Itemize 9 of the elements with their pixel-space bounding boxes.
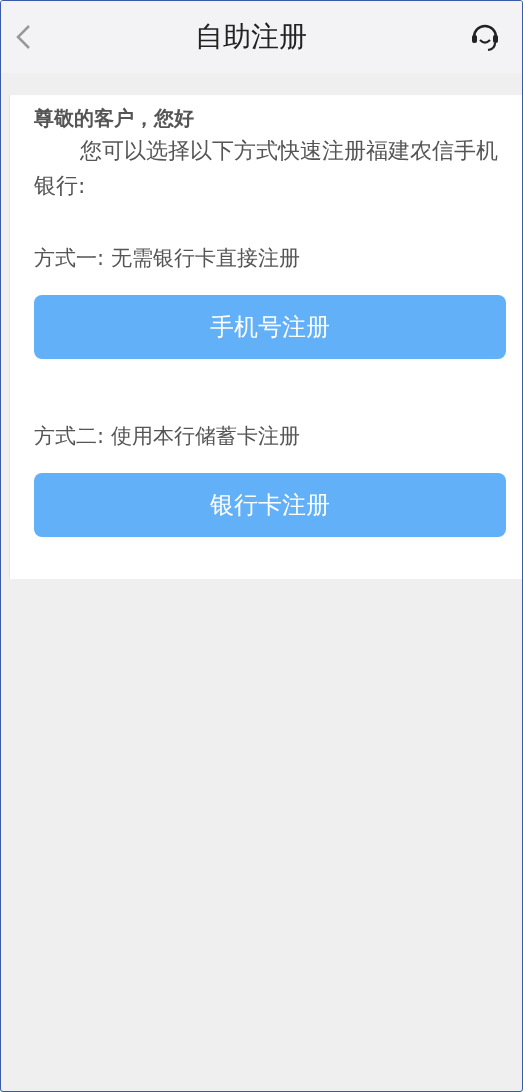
greeting-text: 尊敬的客户，您好	[34, 105, 195, 132]
intro-text: 您可以选择以下方式快速注册福建农信手机银行:	[34, 137, 498, 200]
back-icon[interactable]	[15, 24, 31, 50]
headset-icon[interactable]	[470, 22, 500, 52]
register-button[interactable]: 银行卡注册	[34, 473, 506, 537]
option-label: 方式二: 使用本行储蓄卡注册	[34, 423, 301, 450]
option-label: 方式一: 无需银行卡直接注册	[34, 245, 301, 272]
register-button[interactable]: 手机号注册	[34, 295, 506, 359]
page-title: 自助注册	[194, 19, 307, 55]
